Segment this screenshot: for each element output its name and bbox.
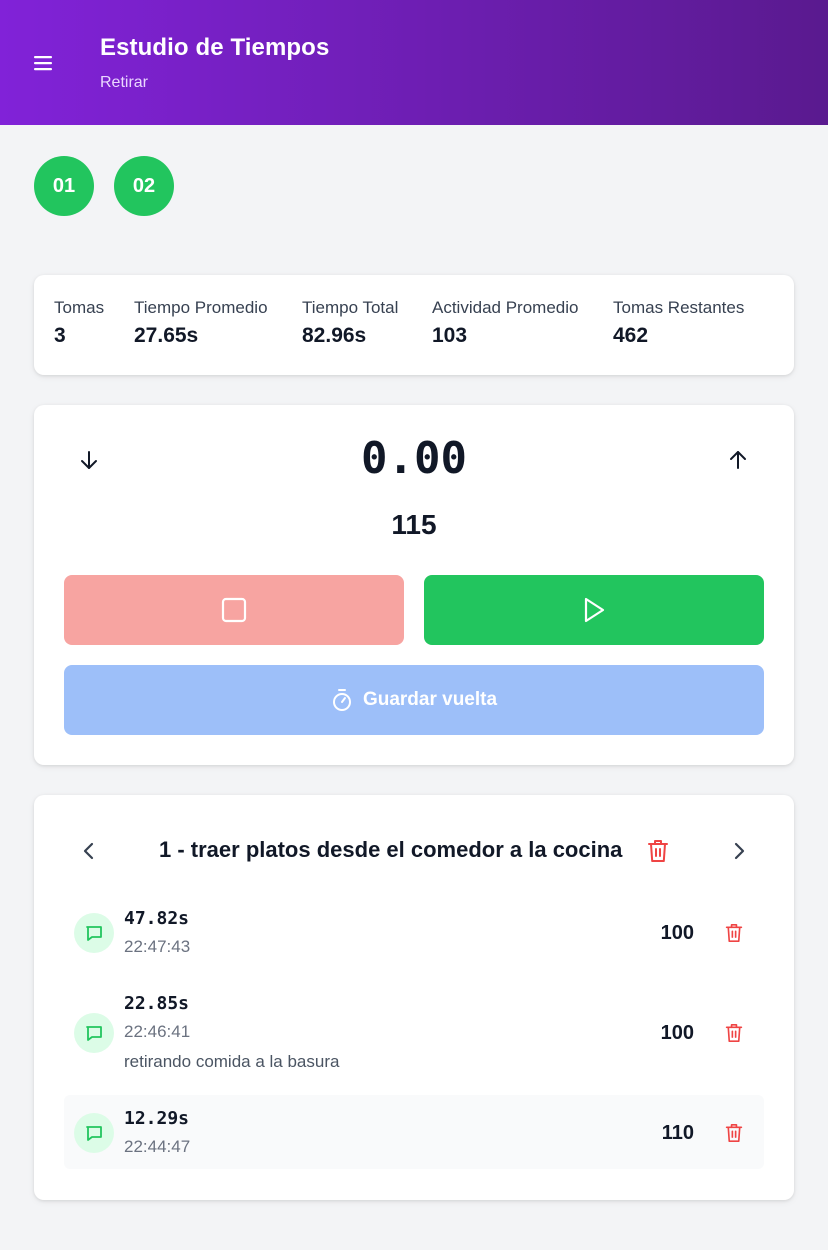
comment-icon[interactable] [74, 1013, 114, 1053]
lap-row: 22.85s 22:46:41 retirando comida a la ba… [64, 980, 764, 1080]
stat-label: Tomas Restantes [613, 298, 745, 317]
save-lap-label: Guardar vuelta [362, 689, 498, 710]
lap-activity: 110 [661, 1122, 694, 1144]
lap-activity: 100 [660, 922, 694, 944]
stat-actividad-promedio: Actividad Promedio 103 [432, 298, 578, 348]
play-icon [584, 597, 605, 623]
delete-task-trash-icon[interactable] [644, 837, 672, 865]
delete-lap-trash-icon[interactable] [722, 1121, 746, 1145]
lap-clock: 22:44:47 [124, 1137, 191, 1156]
app-header: Estudio de Tiempos Retirar [0, 0, 828, 125]
lap-activity: 100 [660, 1022, 694, 1044]
lap-row: 12.29s 22:44:47 110 [64, 1095, 764, 1169]
stat-tiempo-total: Tiempo Total 82.96s [302, 298, 398, 348]
delete-lap-trash-icon[interactable] [722, 1021, 746, 1045]
stopwatch-icon [332, 689, 351, 711]
stat-value: 27.65s [134, 324, 199, 347]
lap-note: retirando comida a la basura [124, 1052, 340, 1071]
stop-button[interactable] [64, 575, 404, 645]
hamburger-menu-icon[interactable] [26, 46, 60, 80]
lap-clock: 22:47:43 [124, 937, 191, 956]
lap-clock: 22:46:41 [124, 1022, 191, 1041]
stat-label: Tiempo Total [302, 298, 399, 317]
timer-card: 0.00 115 Guardar vuelta [34, 405, 794, 765]
comment-icon[interactable] [74, 913, 114, 953]
lap-row: 47.82s 22:47:43 100 [64, 895, 764, 973]
lap-time: 12.29s [124, 1108, 190, 1129]
stat-label: Tiempo Promedio [134, 298, 268, 317]
stat-value: 462 [613, 324, 649, 347]
save-lap-button[interactable]: Guardar vuelta [64, 665, 764, 735]
stat-label: Actividad Promedio [432, 298, 579, 317]
stat-tomas-restantes: Tomas Restantes 462 [613, 298, 744, 348]
stats-card: Tomas 3 Tiempo Promedio 27.65s Tiempo To… [34, 275, 794, 375]
lap-time: 22.85s [124, 993, 190, 1014]
page-title: Estudio de Tiempos [100, 34, 330, 61]
laps-card: 1 - traer platos desde el comedor a la c… [34, 795, 794, 1200]
play-button[interactable] [424, 575, 764, 645]
chevron-left-icon[interactable] [69, 831, 109, 871]
stat-label: Tomas [54, 298, 105, 317]
lap-time: 47.82s [124, 908, 190, 929]
stat-value: 3 [54, 324, 66, 347]
element-button-01[interactable]: 01 [34, 156, 94, 216]
task-title: 1 - traer platos desde el comedor a la c… [159, 837, 623, 862]
stat-tiempo-promedio: Tiempo Promedio 27.65s [134, 298, 268, 348]
stat-value: 103 [432, 324, 468, 347]
delete-lap-trash-icon[interactable] [722, 921, 746, 945]
comment-icon[interactable] [74, 1113, 114, 1153]
arrow-up-icon[interactable] [720, 442, 756, 478]
stat-tomas: Tomas 3 [54, 298, 104, 348]
stop-icon [221, 597, 247, 623]
chevron-right-icon[interactable] [719, 831, 759, 871]
stat-value: 82.96s [302, 324, 367, 347]
element-button-02[interactable]: 02 [114, 156, 174, 216]
activity-rating: 115 [391, 509, 437, 540]
page-subtitle: Retirar [100, 74, 149, 91]
timer-display: 0.00 [361, 433, 467, 484]
